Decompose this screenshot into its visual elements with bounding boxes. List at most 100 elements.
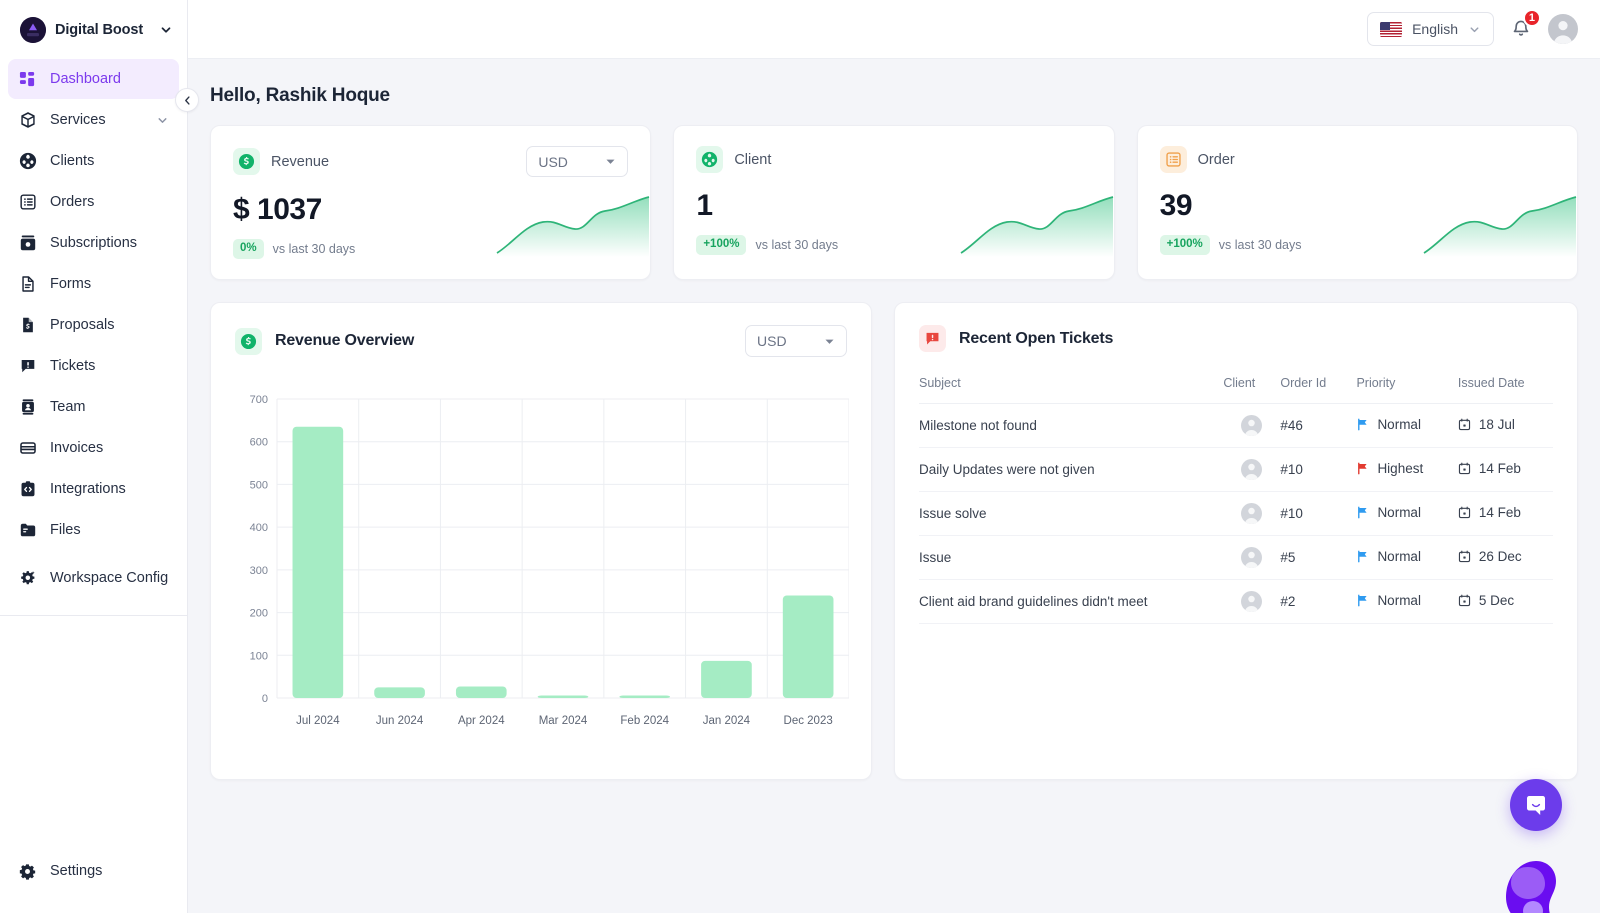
chevron-down-icon[interactable] [159,23,173,37]
notification-count-badge: 1 [1523,9,1541,27]
sidebar-item-files[interactable]: Files [8,510,179,550]
sidebar-footer: Settings [0,851,187,913]
user-avatar-icon[interactable] [1548,14,1578,44]
user-avatar-icon [1241,547,1262,568]
cell-client [1223,404,1280,448]
revenue-bar-chart: 0100200300400500600700 Jul 2024Jun 2024A… [235,393,847,753]
workspace-switcher[interactable]: Digital Boost [0,0,187,57]
sidebar-item-tickets[interactable]: Tickets [8,346,179,386]
priority-label: Normal [1377,549,1421,564]
calendar-icon [1458,550,1471,563]
stat-card-title: Revenue [271,154,329,170]
cell-order-id: #46 [1280,404,1356,448]
chart-bars [293,427,834,698]
gear-icon [18,862,37,881]
sidebar-item-label: Team [50,399,85,415]
change-badge: 0% [233,239,264,259]
page-title: Hello, Rashik Hoque [210,59,1578,125]
x-axis-tick-label: Dec 2023 [784,715,833,727]
x-axis-tick-label: Apr 2024 [458,715,505,727]
sidebar-item-invoices[interactable]: Invoices [8,428,179,468]
stat-card-title: Client [734,152,771,168]
y-axis-tick-label: 700 [250,394,268,406]
list-box-icon [1160,146,1187,173]
table-row[interactable]: Issue#5Normal26 Dec [919,536,1553,580]
sidebar-nav: Dashboard Services Clients [0,59,187,605]
sidebar-item-workspace-config[interactable]: Workspace Config [8,551,179,605]
sidebar-item-dashboard[interactable]: Dashboard [8,59,179,99]
cell-issued-date: 14 Feb [1458,448,1553,492]
user-avatar-icon [1241,591,1262,612]
date-label: 14 Feb [1479,461,1521,476]
y-axis-tick-label: 500 [250,479,268,491]
language-selector[interactable]: English [1367,12,1494,46]
subscriptions-icon [18,234,37,253]
intercom-chat-button[interactable] [1510,779,1562,831]
sidebar-item-subscriptions[interactable]: Subscriptions [8,223,179,263]
notifications-button[interactable]: 1 [1508,16,1534,42]
column-header-subject: Subject [919,376,1223,404]
sidebar-item-services[interactable]: Services [8,100,179,140]
table-row[interactable]: Client aid brand guidelines didn't meet#… [919,580,1553,624]
chart-bar[interactable] [783,595,834,698]
sidebar-collapse-button[interactable] [175,88,199,112]
language-label: English [1412,21,1458,37]
chart-currency-selector[interactable]: USD [745,325,847,357]
currency-selector[interactable]: USD [526,146,628,177]
sidebar-item-forms[interactable]: Forms [8,264,179,304]
change-note: vs last 30 days [755,238,838,252]
chart-bar[interactable] [701,661,752,698]
sidebar-item-label: Integrations [50,481,126,497]
sidebar-item-label: Clients [50,153,94,169]
chart-bar[interactable] [456,686,507,698]
sidebar-item-integrations[interactable]: Integrations [8,469,179,509]
client-sparkline [959,195,1114,257]
sidebar: Digital Boost Dashboard Services [0,0,188,913]
sidebar-item-settings[interactable]: Settings [8,851,179,891]
cell-client [1223,492,1280,536]
chart-bar[interactable] [619,696,670,699]
sidebar-item-team[interactable]: Team [8,387,179,427]
y-axis-tick-label: 100 [250,650,268,662]
table-row[interactable]: Milestone not found#46Normal18 Jul [919,404,1553,448]
recent-open-tickets-panel: Recent Open Tickets Subject Client Order… [894,302,1578,780]
user-avatar-icon [1241,503,1262,524]
date-label: 14 Feb [1479,505,1521,520]
flag-icon [1356,462,1369,475]
sidebar-item-label: Files [50,522,81,538]
chevron-down-icon[interactable] [156,114,169,127]
date-label: 18 Jul [1479,417,1515,432]
chart-bar[interactable] [538,696,589,699]
cell-client [1223,448,1280,492]
table-header-row: Subject Client Order Id Priority Issued … [919,376,1553,404]
chart-bar[interactable] [293,427,344,698]
priority-label: Normal [1377,593,1421,608]
workspace-name: Digital Boost [55,22,143,38]
sidebar-item-label: Tickets [50,358,95,374]
sidebar-item-clients[interactable]: Clients [8,141,179,181]
stat-card-revenue: Revenue USD $ 1037 0% vs last 30 days [210,125,651,280]
flag-icon [1356,418,1369,431]
panel-header: Recent Open Tickets [919,325,1553,352]
brand-blob-icon[interactable] [1502,857,1570,913]
table-row[interactable]: Issue solve#10Normal14 Feb [919,492,1553,536]
chevron-down-icon [1468,23,1481,36]
calendar-icon [1458,594,1471,607]
calendar-icon [1458,506,1471,519]
sidebar-item-label: Orders [50,194,94,210]
workspace-logo-icon [20,17,46,43]
y-axis-tick-label: 600 [250,437,268,449]
x-axis-tick-label: Feb 2024 [620,715,669,727]
ticket-chat-icon [18,357,37,376]
dollar-circle-icon [235,328,262,355]
cell-order-id: #5 [1280,536,1356,580]
sidebar-item-orders[interactable]: Orders [8,182,179,222]
chevron-down-icon [824,336,835,347]
table-row[interactable]: Daily Updates were not given#10Highest14… [919,448,1553,492]
x-axis-tick-label: Jun 2024 [376,715,424,727]
lower-panels-row: Revenue Overview USD 0100200300400500600… [210,302,1578,780]
sidebar-item-proposals[interactable]: Proposals [8,305,179,345]
tickets-table: Subject Client Order Id Priority Issued … [919,376,1553,624]
revenue-overview-panel: Revenue Overview USD 0100200300400500600… [210,302,872,780]
chart-bar[interactable] [374,687,425,698]
